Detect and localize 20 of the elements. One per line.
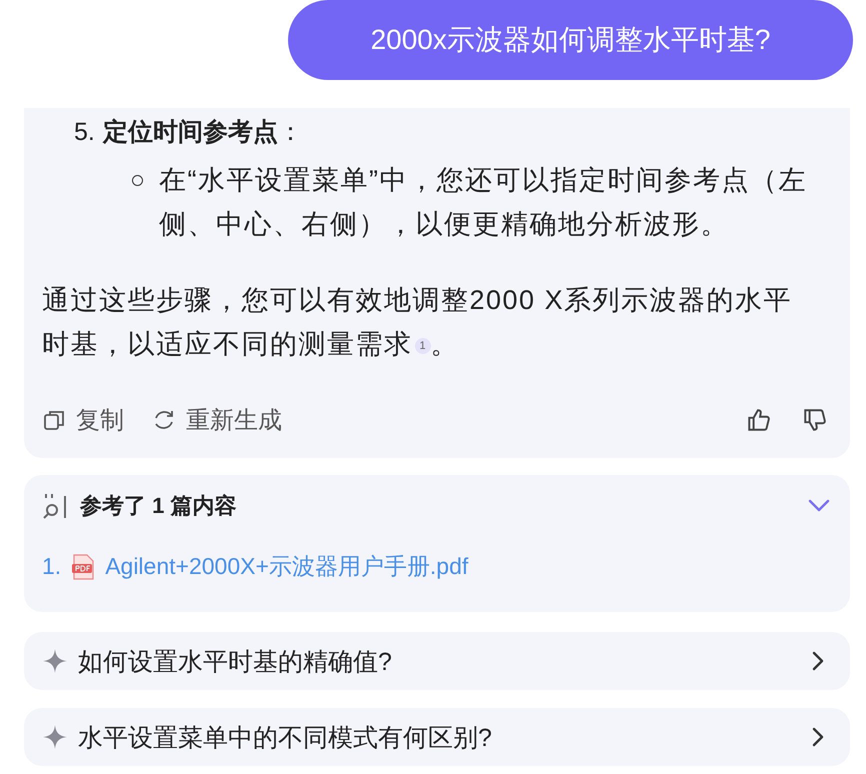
references-header[interactable]: 参考了 1 篇内容: [42, 491, 830, 521]
search-document-icon: [42, 492, 68, 520]
user-message: 2000x示波器如何调整水平时基?: [288, 0, 853, 80]
step-title: 定位时间参考点：: [102, 117, 303, 148]
suggestion-button[interactable]: 水平设置菜单中的不同模式有何区别?: [24, 708, 850, 766]
bullet-text: 在“水平设置菜单”中，您还可以指定时间参考点（左侧、中心、右侧），以便更精确地分析波形。: [159, 164, 808, 241]
bullet-marker: [132, 175, 143, 186]
chevron-icon: [808, 499, 830, 513]
sparkle-icon: [42, 724, 68, 750]
copy-button[interactable]: 复制: [42, 404, 124, 436]
list-number: 5.: [74, 117, 95, 148]
pdf-file-icon: [71, 554, 96, 580]
copy-icon: [42, 408, 66, 432]
thumbs-up-icon[interactable]: [746, 407, 772, 433]
suggestion-button[interactable]: 如何设置水平时基的精确值?: [24, 632, 850, 690]
regenerate-button[interactable]: 重新生成: [152, 404, 282, 436]
sparkle-icon: [42, 648, 68, 674]
list-number: 1.: [42, 553, 62, 580]
thumbs-down-icon[interactable]: [802, 407, 828, 433]
summary-paragraph: 通过这些步骤，您可以有效地调整2000 X系列示波器的水平时基，以适应不同的测量需求$^{1}$。: [42, 284, 794, 361]
